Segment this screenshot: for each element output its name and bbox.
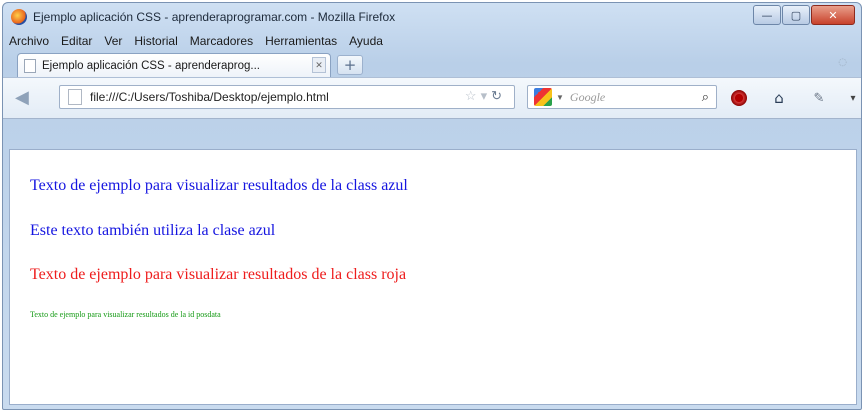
browser-window: Ejemplo aplicación CSS - aprenderaprogra… <box>2 2 862 410</box>
page-icon <box>24 58 36 73</box>
tab-active[interactable]: Ejemplo aplicación CSS - aprenderaprog..… <box>17 53 331 77</box>
page-identity-icon[interactable] <box>68 89 82 105</box>
posdata-text: Texto de ejemplo para visualizar resulta… <box>30 310 221 319</box>
search-bar[interactable]: ▼ Google ⌕ <box>527 85 717 109</box>
tab-title: Ejemplo aplicación CSS - aprenderaprog..… <box>42 59 260 72</box>
menu-editar[interactable]: Editar <box>61 34 92 48</box>
roja-text: Texto de ejemplo para visualizar resulta… <box>30 266 407 283</box>
close-button[interactable]: ✕ <box>811 5 855 25</box>
new-tab-button[interactable]: + <box>337 55 363 75</box>
search-engine-dropdown-icon[interactable]: ▼ <box>556 93 564 102</box>
window-title: Ejemplo aplicación CSS - aprenderaprogra… <box>33 10 396 24</box>
url-bar-buttons: ☆▾↻ <box>465 88 506 104</box>
page-content: Texto de ejemplo para visualizar resulta… <box>9 149 857 405</box>
menu-historial[interactable]: Historial <box>134 34 177 48</box>
addon-icon[interactable]: ✎ <box>809 88 829 108</box>
back-arrow-icon[interactable]: ◀ <box>15 87 29 108</box>
tab-bar: Ejemplo aplicación CSS - aprenderaprog..… <box>3 51 861 77</box>
search-placeholder: Google <box>569 89 606 104</box>
menu-ayuda[interactable]: Ayuda <box>349 34 383 48</box>
title-bar: Ejemplo aplicación CSS - aprenderaprogra… <box>3 3 861 31</box>
google-logo-icon[interactable] <box>534 88 552 106</box>
tab-close-icon[interactable]: ✕ <box>312 57 326 73</box>
url-bar[interactable]: file:///C:/Users/Toshiba/Desktop/ejemplo… <box>59 85 515 109</box>
stop-record-icon[interactable] <box>729 88 749 108</box>
menu-ver[interactable]: Ver <box>104 34 122 48</box>
minimize-button[interactable]: — <box>753 5 781 25</box>
reload-icon[interactable]: ↻ <box>491 88 506 103</box>
home-icon[interactable]: ⌂ <box>769 88 789 108</box>
azul-text-2: Este texto también utiliza la clase azul <box>30 222 276 239</box>
firefox-logo-icon <box>11 9 27 25</box>
list-tabs-icon[interactable]: ◌ <box>838 57 847 68</box>
window-controls: — ▢ ✕ <box>753 5 855 25</box>
dropdown-arrow-icon[interactable]: ▾ <box>481 88 492 103</box>
chevron-down-icon[interactable]: ▾ <box>843 88 861 108</box>
bookmark-star-icon[interactable]: ☆ <box>465 88 481 103</box>
url-text[interactable]: file:///C:/Users/Toshiba/Desktop/ejemplo… <box>90 90 329 104</box>
menu-bar: Archivo Editar Ver Historial Marcadores … <box>3 31 861 51</box>
maximize-button[interactable]: ▢ <box>782 5 810 25</box>
azul-text-1: Texto de ejemplo para visualizar resulta… <box>30 177 408 194</box>
navigation-toolbar: ◀ file:///C:/Users/Toshiba/Desktop/ejemp… <box>3 77 861 119</box>
search-icon[interactable]: ⌕ <box>702 89 709 105</box>
menu-herramientas[interactable]: Herramientas <box>265 34 337 48</box>
menu-archivo[interactable]: Archivo <box>9 34 49 48</box>
menu-marcadores[interactable]: Marcadores <box>190 34 253 48</box>
